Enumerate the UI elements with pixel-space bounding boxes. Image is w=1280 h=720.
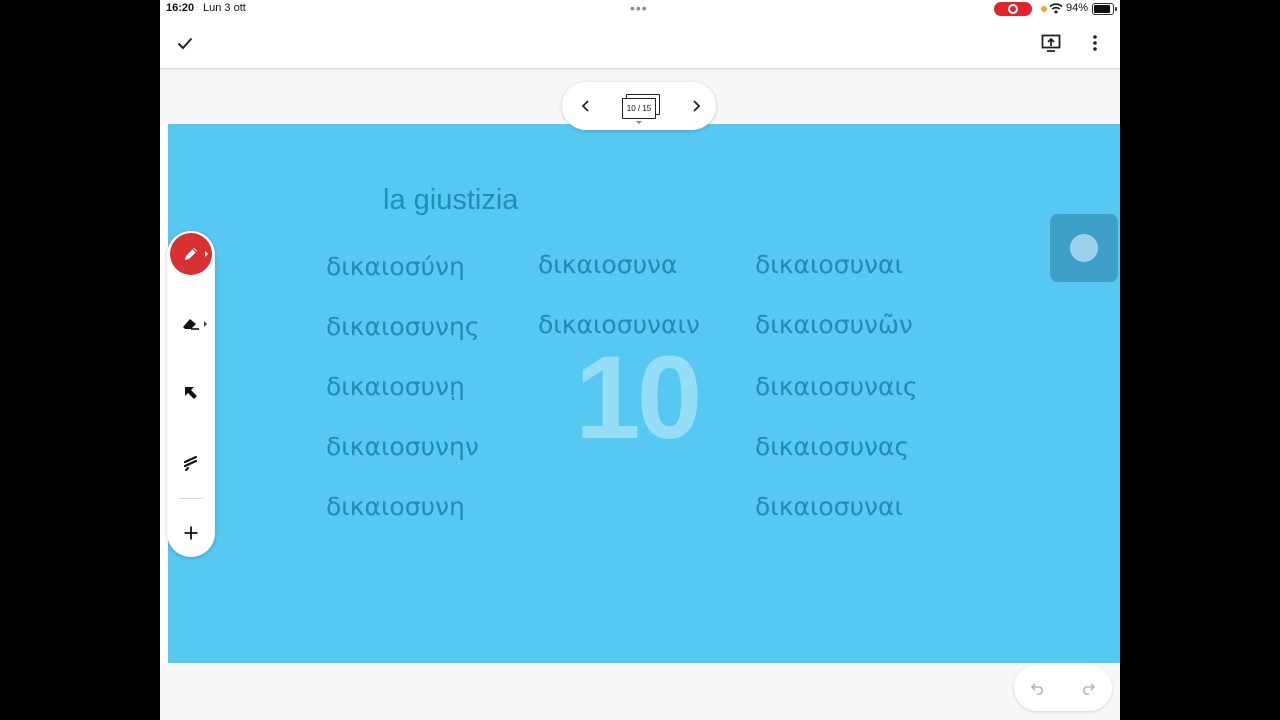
battery-percentage: 94% (1066, 2, 1089, 14)
eraser-icon (183, 319, 199, 330)
chevron-right-icon (693, 100, 701, 112)
declension-word-c1-4: δικαιοσυνην (326, 432, 479, 461)
multitasking-dots-icon[interactable]: ••• (630, 0, 648, 16)
pointer-arrow-icon (185, 387, 197, 399)
page-number-label: 10 / 15 (622, 98, 656, 119)
status-date: Lun 3 ott (203, 2, 246, 14)
laser-tool-button[interactable] (174, 446, 208, 480)
wifi-icon (1049, 3, 1063, 14)
status-time: 16:20 (166, 2, 195, 14)
annotation-tool-palette (167, 231, 215, 557)
palette-divider (179, 498, 203, 499)
plus-icon (184, 526, 198, 540)
pointer-tool-button[interactable] (174, 376, 208, 410)
chevron-down-icon (636, 121, 642, 124)
done-button[interactable] (172, 30, 198, 56)
slide-canvas[interactable]: la giustizia δικαιοσύνη δικαιοσυνης δικα… (168, 124, 1120, 663)
redo-icon (1083, 683, 1096, 695)
more-options-button[interactable] (1082, 30, 1108, 56)
checkmark-icon (177, 37, 193, 50)
redo-button[interactable] (1076, 676, 1100, 700)
pen-options-caret-icon (205, 251, 208, 257)
present-screen-icon (1041, 34, 1061, 52)
app-toolbar (160, 18, 1120, 69)
screen-recording-icon[interactable] (994, 2, 1032, 16)
status-bar: 16:20 Lun 3 ott ••• 94% (160, 0, 1120, 18)
eraser-options-caret-icon (204, 321, 207, 327)
declension-word-c1-1: δικαιοσύνη (326, 252, 465, 281)
declension-word-c3-1: δικαιοσυναι (755, 250, 903, 279)
eraser-tool-button[interactable] (174, 307, 208, 341)
declension-word-c3-3: δικαιοσυναις (755, 372, 918, 401)
page-indicator[interactable]: 10 / 15 (620, 94, 660, 124)
page-number-watermark: 10 (575, 332, 702, 464)
pen-tool-button[interactable] (170, 233, 212, 275)
laser-icon (183, 455, 198, 471)
undo-icon (1030, 683, 1043, 695)
undo-button[interactable] (1026, 676, 1050, 700)
declension-word-c2-1: δικαιοσυνα (538, 250, 678, 279)
declension-word-c3-2: δικαιοσυνῶν (755, 310, 913, 339)
more-vertical-icon (1093, 35, 1097, 51)
pen-icon (185, 248, 197, 260)
declension-word-c1-5: δικαιοσυνη (326, 492, 465, 521)
add-tool-button[interactable] (174, 516, 208, 550)
record-dot-icon (1070, 234, 1098, 262)
declension-word-c1-3: δικαιοσυνῃ (326, 372, 465, 401)
tablet-screen: 16:20 Lun 3 ott ••• 94% 10 / 15 la giust… (160, 0, 1120, 720)
page-navigator: 10 / 15 (562, 82, 716, 130)
declension-word-c1-2: δικαιοσυνης (326, 312, 480, 341)
microphone-indicator-icon (1041, 6, 1047, 12)
undo-redo-controls (1014, 665, 1112, 711)
chevron-left-icon (581, 100, 589, 112)
floating-record-button[interactable] (1050, 214, 1118, 282)
battery-icon (1092, 3, 1117, 15)
present-button[interactable] (1038, 30, 1064, 56)
slide-title: la giustizia (383, 184, 519, 216)
next-page-button[interactable] (684, 94, 708, 118)
previous-page-button[interactable] (574, 94, 598, 118)
declension-word-c3-4: δικαιοσυνας (755, 432, 910, 461)
declension-word-c3-5: δικαιοσυναι (755, 492, 903, 521)
